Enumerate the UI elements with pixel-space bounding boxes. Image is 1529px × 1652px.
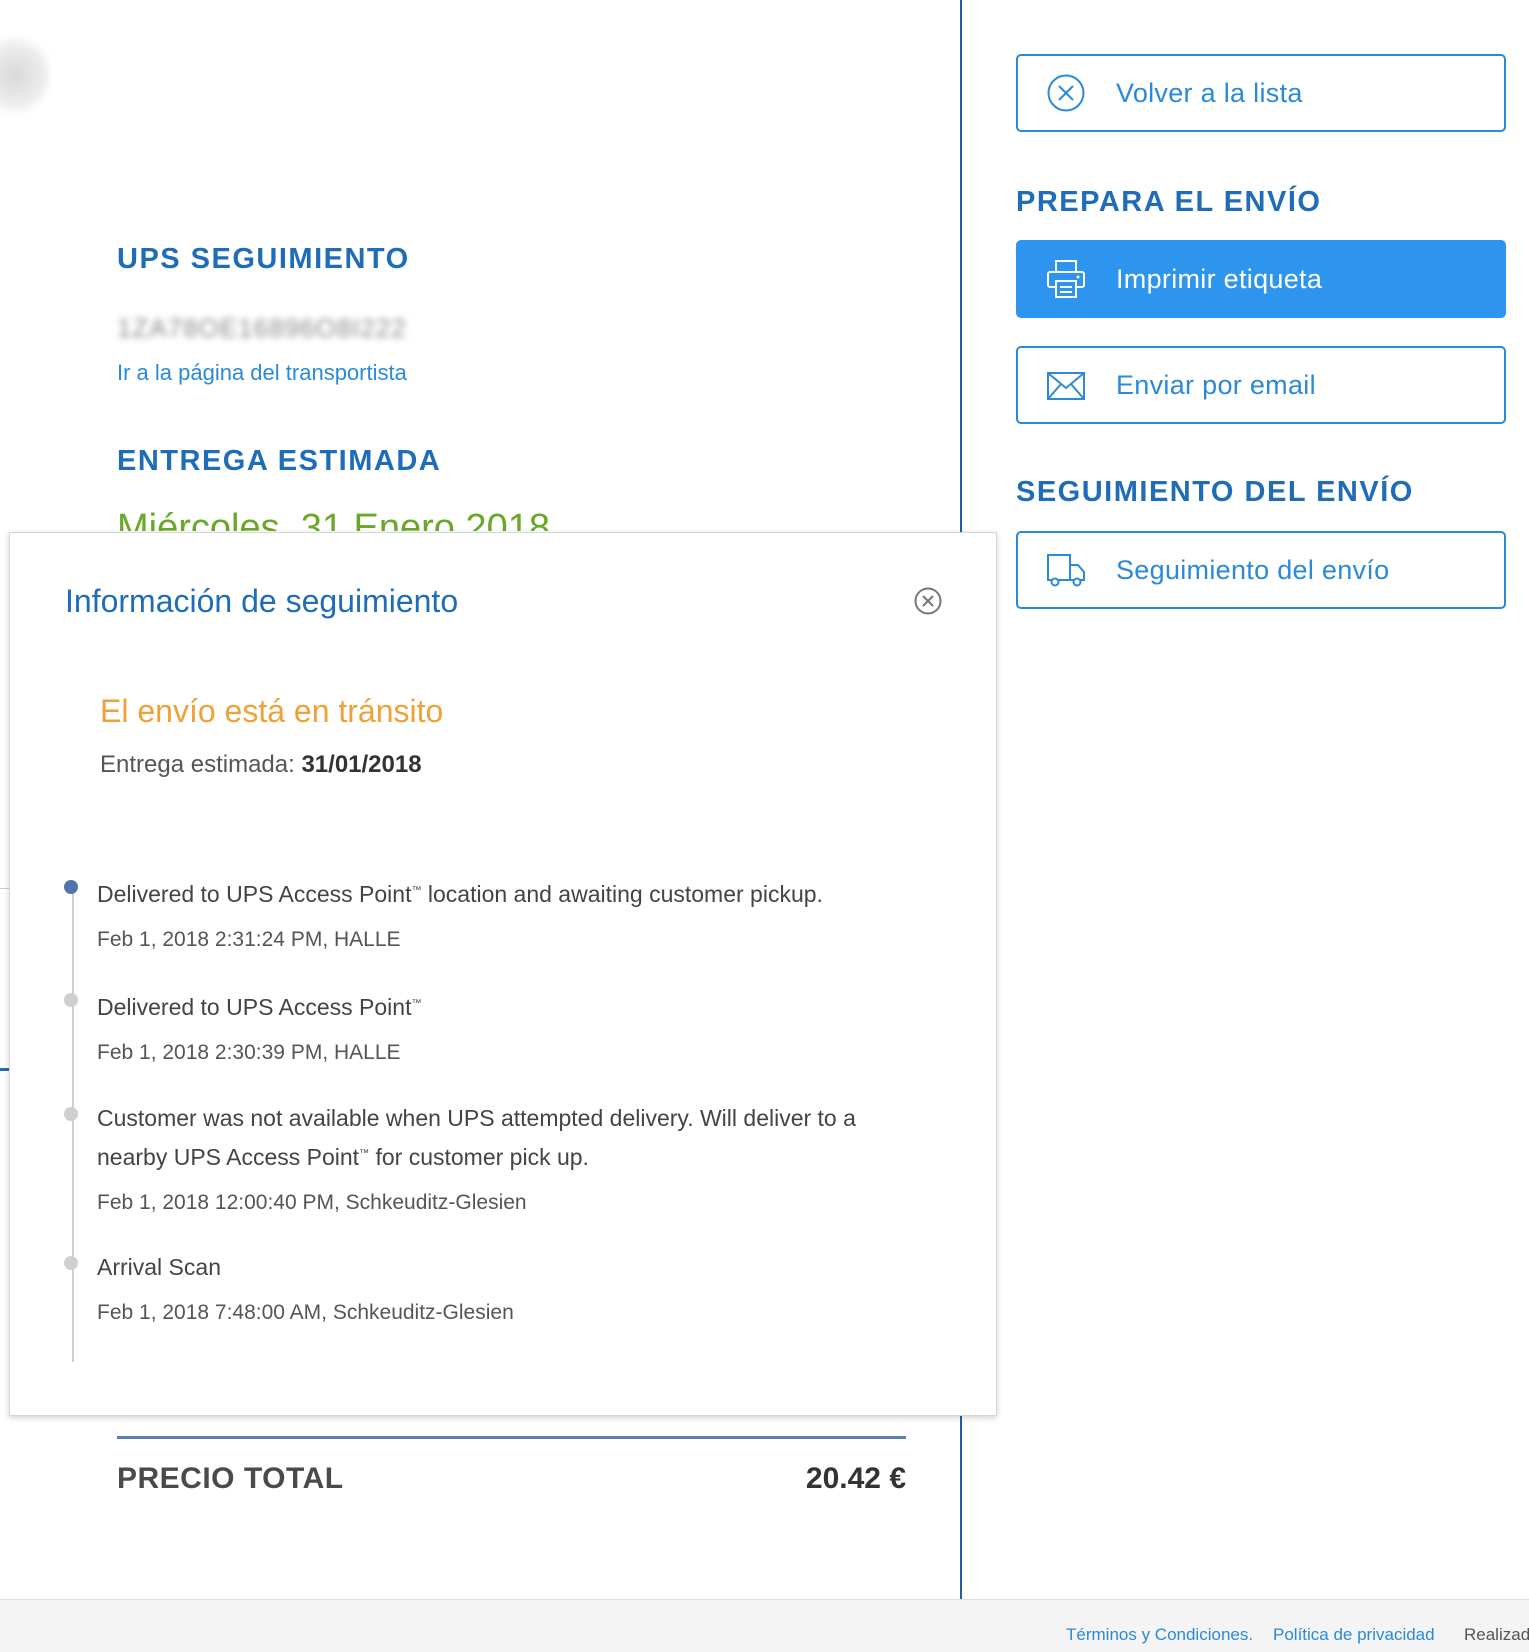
event-description: Customer was not available when UPS atte…	[97, 1105, 856, 1170]
print-label-button[interactable]: Imprimir etiqueta	[1016, 240, 1506, 318]
modal-close-icon[interactable]	[914, 587, 942, 615]
total-price-label: PRECIO TOTAL	[117, 1462, 344, 1495]
timeline-dot-active	[64, 880, 78, 894]
timeline-event: Customer was not available when UPS atte…	[64, 1100, 927, 1215]
total-price-value: 20.42 €	[805, 1462, 906, 1495]
eta-value: 31/01/2018	[301, 751, 422, 778]
tracking-info-modal: Información de seguimiento El envío está…	[9, 532, 997, 1416]
timeline-line	[72, 892, 74, 1362]
event-date-location: Feb 1, 2018 2:31:24 PM, HALLE	[97, 928, 401, 951]
send-by-email-button[interactable]: Enviar por email	[1016, 346, 1506, 424]
printer-icon	[1045, 258, 1087, 300]
page: UPS SEGUIMIENTO 1ZA78OE16896O8I222 Ir a …	[0, 0, 1529, 1652]
envelope-icon	[1045, 364, 1087, 406]
estimated-delivery-date: Miércoles, 31 Enero 2018	[117, 507, 551, 531]
footer: Términos y Condiciones. Política de priv…	[0, 1599, 1529, 1652]
estimated-delivery-heading: ENTREGA ESTIMADA	[117, 445, 442, 477]
modal-title: Información de seguimiento	[65, 583, 459, 619]
prepare-shipment-heading: PREPARA EL ENVÍO	[1016, 186, 1322, 218]
event-date-location: Feb 1, 2018 2:30:39 PM, HALLE	[97, 1041, 401, 1064]
event-description: Delivered to UPS Access Point™ location …	[97, 881, 823, 907]
event-description: Delivered to UPS Access Point™	[97, 994, 422, 1020]
timeline-dot	[64, 993, 78, 1007]
total-divider	[117, 1436, 906, 1439]
eta-label: Entrega estimada:	[100, 751, 295, 778]
tracking-number: 1ZA78OE16896O8I222	[117, 313, 407, 343]
track-shipment-label: Seguimiento del envío	[1116, 554, 1390, 585]
privacy-link[interactable]: Política de privacidad	[1273, 1625, 1435, 1645]
timeline-event: Delivered to UPS Access Point™ Feb 1, 20…	[64, 986, 927, 1065]
shipment-status: El envío está en tránsito	[100, 693, 444, 729]
estimated-delivery: Entrega estimada: 31/01/2018	[100, 751, 422, 779]
event-date-location: Feb 1, 2018 12:00:40 PM, Schkeuditz-Gles…	[97, 1191, 527, 1214]
event-description: Arrival Scan	[97, 1254, 221, 1280]
footer-credit: Realizad	[1464, 1625, 1529, 1644]
timeline-event: Arrival Scan Feb 1, 2018 7:48:00 AM, Sch…	[64, 1249, 927, 1325]
timeline-dot	[64, 1107, 78, 1121]
track-shipment-button[interactable]: Seguimiento del envío	[1016, 531, 1506, 609]
truck-icon	[1045, 549, 1087, 591]
back-to-list-button[interactable]: Volver a la lista	[1016, 54, 1506, 132]
send-by-email-label: Enviar por email	[1116, 369, 1316, 400]
timeline-dot	[64, 1256, 78, 1270]
event-date-location: Feb 1, 2018 7:48:00 AM, Schkeuditz-Glesi…	[97, 1301, 514, 1324]
shipment-tracking-heading: SEGUIMIENTO DEL ENVÍO	[1016, 476, 1414, 508]
print-label-text: Imprimir etiqueta	[1116, 263, 1323, 294]
timeline-event: Delivered to UPS Access Point™ location …	[64, 873, 927, 952]
avatar	[0, 35, 50, 115]
terms-link[interactable]: Términos y Condiciones.	[1066, 1625, 1253, 1645]
carrier-page-link[interactable]: Ir a la página del transportista	[117, 360, 407, 386]
tracking-heading: UPS SEGUIMIENTO	[117, 243, 410, 275]
back-to-list-label: Volver a la lista	[1116, 77, 1303, 108]
close-circle-icon	[1045, 72, 1087, 114]
